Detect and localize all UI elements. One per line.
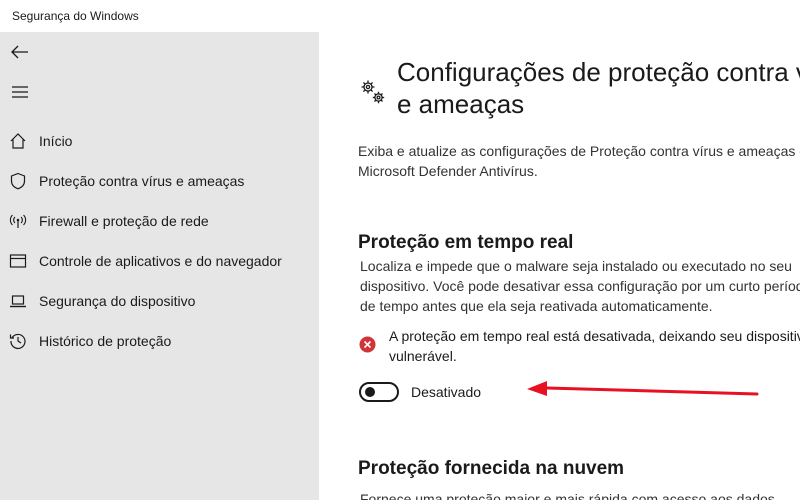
sidebar-item-label: Histórico de proteção (39, 333, 172, 349)
gears-icon (359, 78, 387, 106)
cloud-protection-heading: Proteção fornecida na nuvem (358, 458, 625, 479)
toggle-state-label: Desativado (411, 384, 482, 400)
sidebar-nav: Início Proteção contra vírus e ameaças F… (0, 121, 319, 361)
browser-window-icon (9, 252, 27, 270)
page-title: Configurações de proteção contra vírus e… (397, 57, 800, 119)
alert-message: A proteção em tempo real está desativada… (389, 328, 800, 364)
sidebar-item-protection-history[interactable]: Histórico de proteção (0, 321, 319, 361)
shield-icon (9, 172, 27, 190)
page-description: Exiba e atualize as configurações de Pro… (358, 143, 800, 179)
sidebar-item-label: Proteção contra vírus e ameaças (39, 173, 245, 189)
sidebar: Início Proteção contra vírus e ameaças F… (0, 32, 319, 500)
sidebar-item-app-browser-control[interactable]: Controle de aplicativos e do navegador (0, 241, 319, 281)
main-content: Configurações de proteção contra vírus e… (319, 32, 800, 500)
back-button[interactable] (6, 38, 34, 66)
wifi-antenna-icon (9, 212, 27, 230)
window-title: Segurança do Windows (12, 9, 139, 23)
title-bar: Segurança do Windows (0, 0, 800, 32)
hamburger-icon (12, 86, 28, 98)
sidebar-item-label: Segurança do dispositivo (39, 293, 196, 309)
sidebar-item-device-security[interactable]: Segurança do dispositivo (0, 281, 319, 321)
history-icon (9, 332, 27, 350)
realtime-protection-toggle[interactable] (359, 382, 399, 402)
home-icon (9, 132, 27, 150)
sidebar-item-label: Controle de aplicativos e do navegador (39, 253, 282, 269)
cloud-protection-description: Fornece uma proteção maior e mais rápida… (360, 491, 775, 500)
menu-button[interactable] (6, 78, 34, 106)
toggle-knob (365, 387, 375, 397)
realtime-protection-heading: Proteção em tempo real (358, 232, 574, 253)
sidebar-item-home[interactable]: Início (0, 121, 319, 161)
error-icon (359, 336, 376, 353)
sidebar-item-label: Início (39, 133, 73, 149)
realtime-toggle-row: Desativado (359, 381, 559, 403)
realtime-protection-description: Localiza e impede que o malware seja ins… (360, 258, 800, 314)
laptop-icon (9, 292, 27, 310)
sidebar-item-firewall[interactable]: Firewall e proteção de rede (0, 201, 319, 241)
back-arrow-icon (11, 45, 28, 59)
sidebar-item-virus-protection[interactable]: Proteção contra vírus e ameaças (0, 161, 319, 201)
sidebar-item-label: Firewall e proteção de rede (39, 213, 209, 229)
